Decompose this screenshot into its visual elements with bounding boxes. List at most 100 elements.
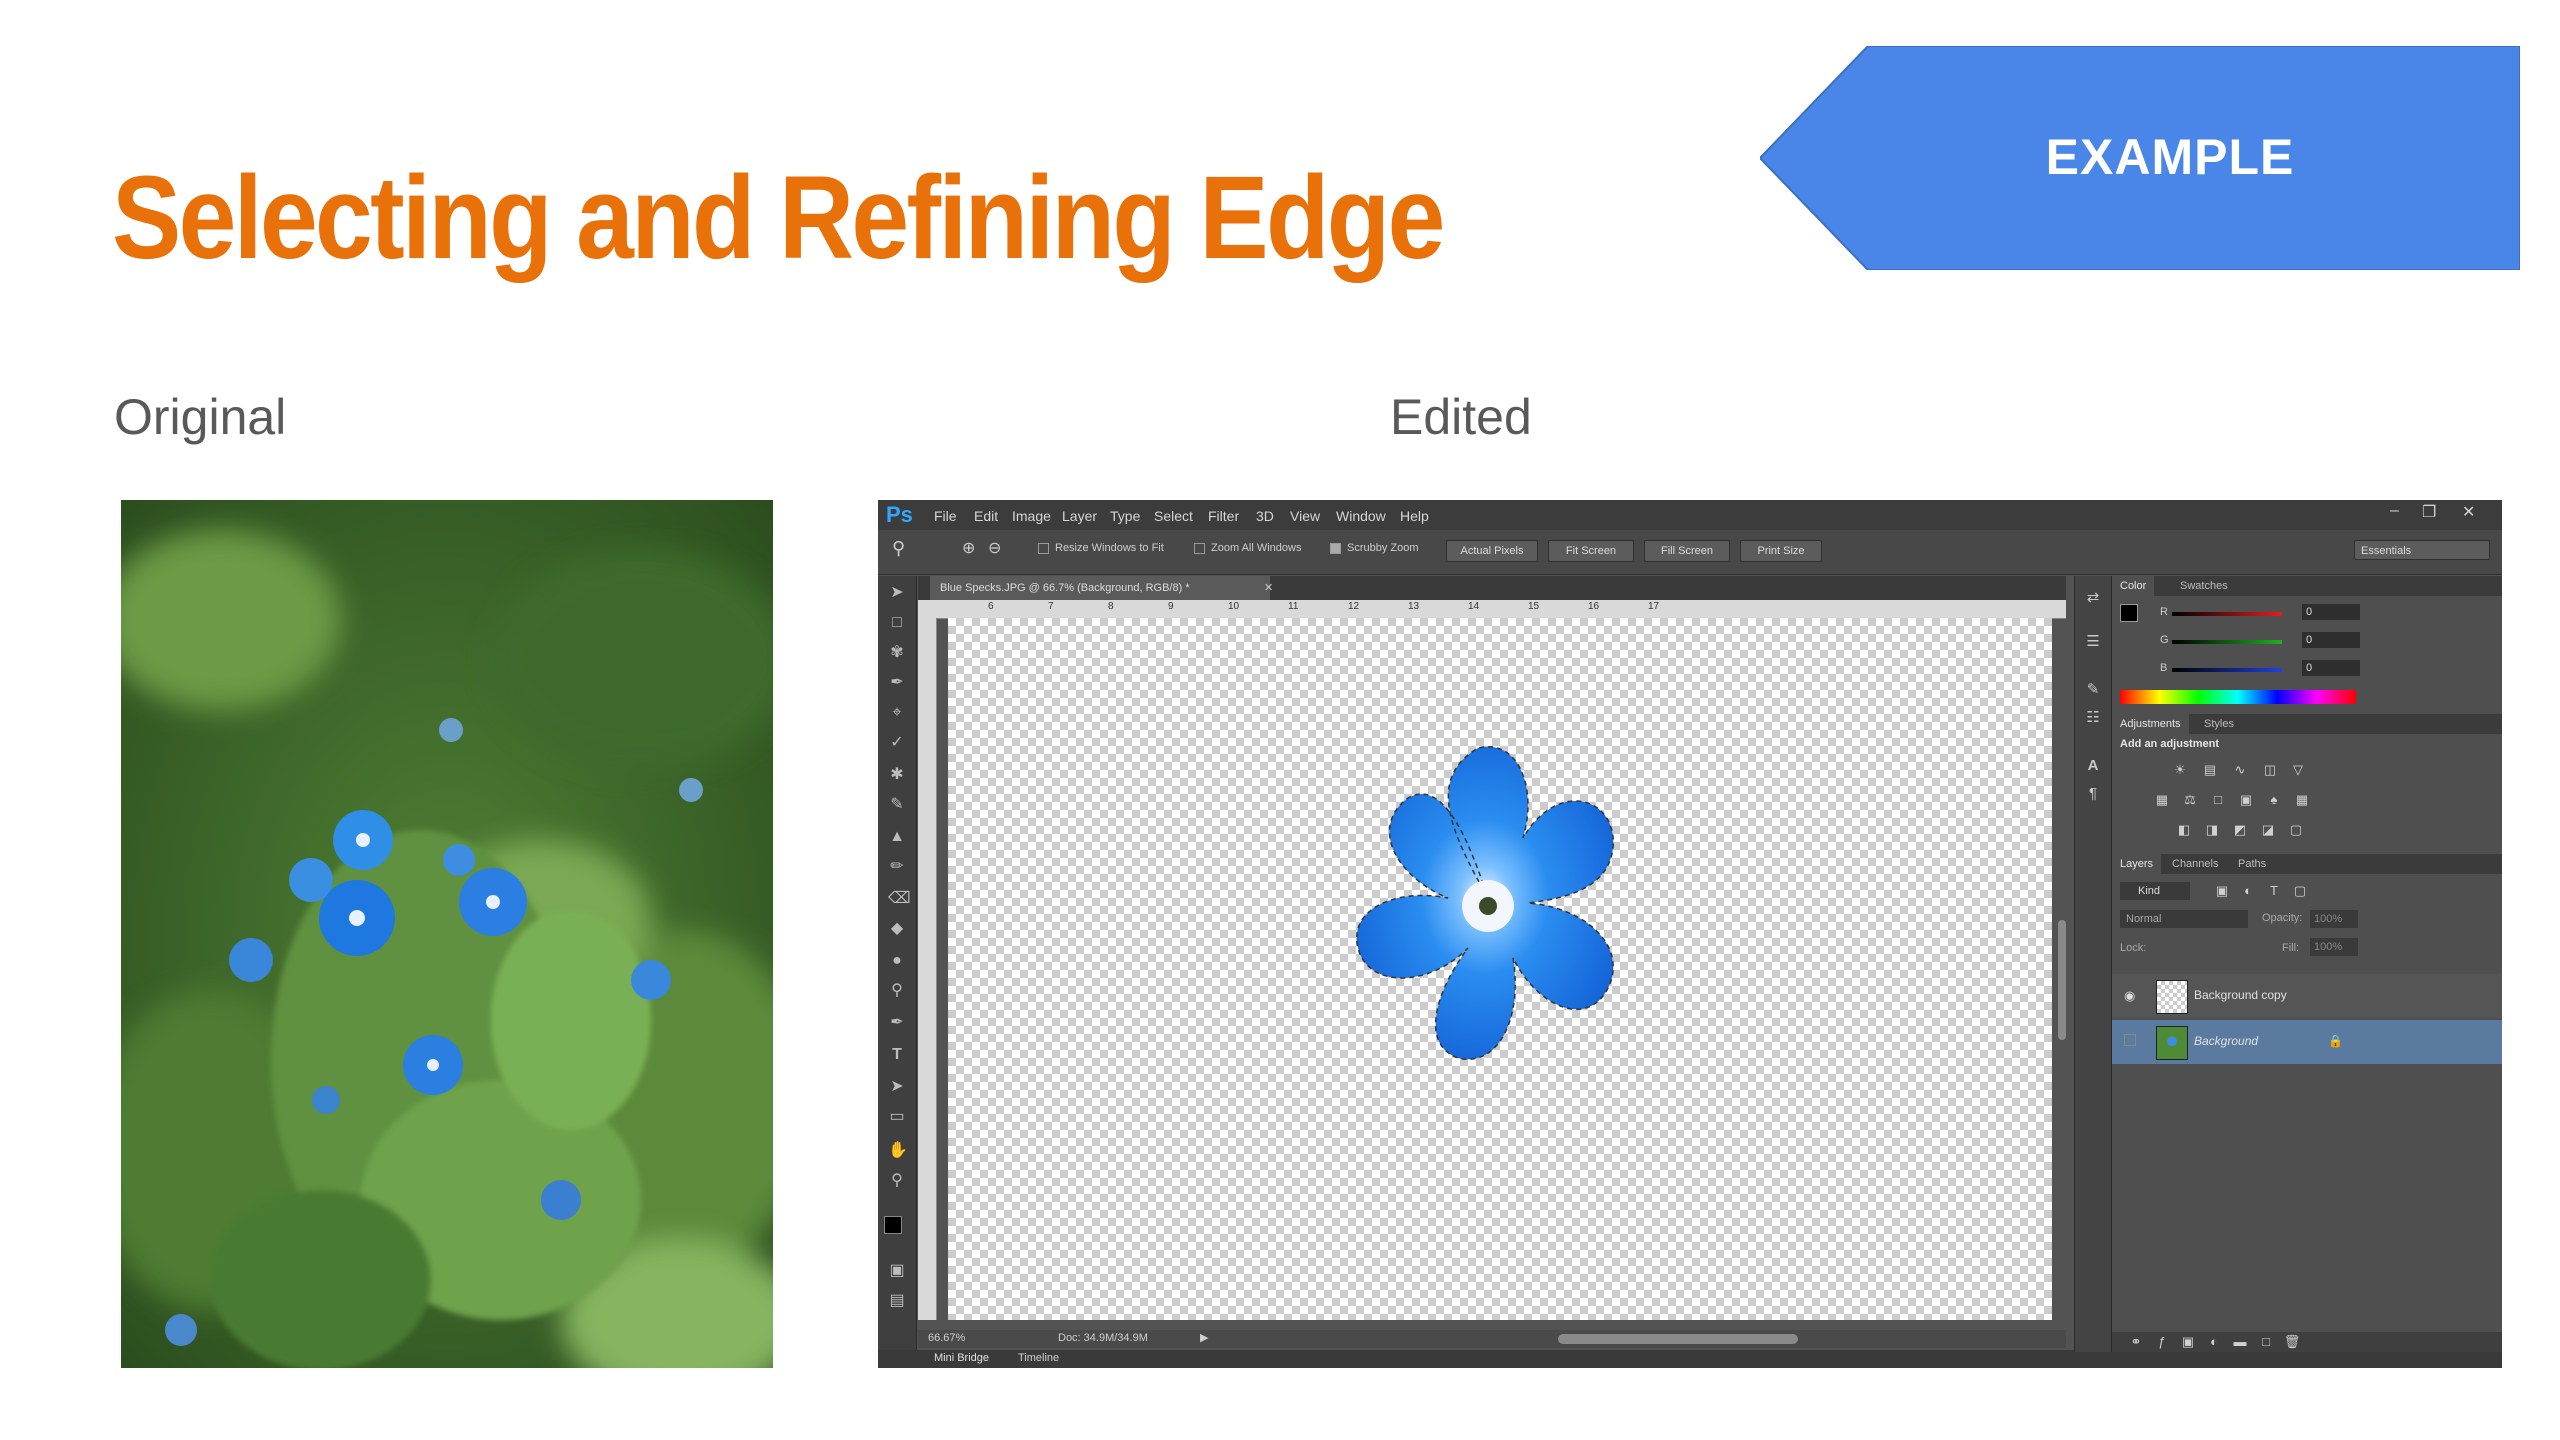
close-icon[interactable]: ✕ — [2462, 502, 2475, 522]
zoom-in-icon[interactable]: ⊕ — [962, 538, 975, 558]
screen-mode-icon[interactable]: ▤ — [888, 1292, 906, 1310]
quick-mask-icon[interactable]: ▣ — [888, 1262, 906, 1280]
curves-icon[interactable]: ∿ — [2230, 762, 2250, 778]
zoom-tool-icon[interactable]: ⚲ — [888, 1172, 906, 1190]
properties-panel-icon[interactable]: ☰ — [2083, 632, 2103, 652]
channel-mixer-icon[interactable]: ♠ — [2264, 792, 2284, 808]
brightness-contrast-icon[interactable]: ☀ — [2170, 762, 2190, 778]
color-balance-icon[interactable]: ⚖ — [2180, 792, 2200, 808]
posterize-icon[interactable]: ◨ — [2202, 822, 2222, 838]
brush-panel-icon[interactable]: ✎ — [2083, 680, 2103, 700]
blend-mode-select[interactable]: Normal — [2120, 910, 2248, 928]
status-menu-arrow-icon[interactable]: ▶ — [1200, 1331, 1208, 1344]
minimize-icon[interactable]: – — [2390, 502, 2399, 520]
document-tab[interactable]: Blue Specks.JPG @ 66.7% (Background, RGB… — [930, 576, 1270, 600]
rectangle-tool-icon[interactable]: ▭ — [888, 1108, 906, 1126]
brush-tool-icon[interactable]: ✎ — [888, 796, 906, 814]
filter-adjustment-icon[interactable]: ◐ — [2238, 883, 2258, 899]
filter-type-icon[interactable]: T — [2264, 883, 2284, 899]
paint-bucket-icon[interactable]: ◆ — [888, 920, 906, 938]
move-tool-icon[interactable]: ➤ — [888, 584, 906, 602]
filter-pixel-icon[interactable]: ▣ — [2212, 883, 2232, 899]
color-foreground-swatch[interactable] — [2120, 604, 2138, 622]
brush-presets-icon[interactable]: ☷ — [2083, 708, 2103, 728]
restore-icon[interactable]: ❐ — [2422, 502, 2436, 522]
workspace-select[interactable]: Essentials — [2354, 540, 2490, 560]
resize-windows-checkbox[interactable]: Resize Windows to Fit — [1038, 542, 1164, 554]
zoom-tool-icon[interactable]: ⚲ — [892, 538, 905, 559]
new-adjustment-icon[interactable]: ◐ — [2204, 1334, 2224, 1350]
actual-pixels-button[interactable]: Actual Pixels — [1446, 540, 1538, 562]
hand-tool-icon[interactable]: ✋ — [888, 1142, 908, 1160]
visibility-toggle[interactable] — [2124, 1034, 2136, 1046]
threshold-icon[interactable]: ◩ — [2230, 822, 2250, 838]
invert-icon[interactable]: ◧ — [2174, 822, 2194, 838]
channel-r-value[interactable]: 0 — [2302, 604, 2360, 620]
delete-layer-icon[interactable]: 🗑 — [2282, 1334, 2302, 1350]
document-canvas[interactable] — [948, 618, 2052, 1320]
channel-r-slider[interactable] — [2172, 612, 2282, 616]
layer-row-background[interactable]: Background 🔒 — [2112, 1020, 2502, 1064]
new-group-icon[interactable]: ▬ — [2230, 1334, 2250, 1350]
black-white-icon[interactable]: □ — [2208, 792, 2228, 808]
tab-mini-bridge[interactable]: Mini Bridge — [934, 1352, 989, 1364]
channel-b-slider[interactable] — [2172, 668, 2282, 672]
opacity-field[interactable]: 100% — [2310, 910, 2358, 928]
fit-screen-button[interactable]: Fit Screen — [1548, 540, 1634, 562]
color-lookup-icon[interactable]: ▦ — [2292, 792, 2312, 808]
tab-channels[interactable]: Channels — [2164, 854, 2226, 874]
layer-row-background-copy[interactable]: ◉ Background copy — [2112, 974, 2502, 1018]
tab-swatches[interactable]: Swatches — [2172, 576, 2236, 596]
history-panel-icon[interactable]: ⇄ — [2083, 588, 2103, 608]
paragraph-panel-icon[interactable]: ¶ — [2083, 784, 2103, 804]
tab-adjustments[interactable]: Adjustments — [2112, 714, 2189, 734]
pen-tool-icon[interactable]: ✒ — [888, 1014, 906, 1032]
quick-select-tool-icon[interactable]: ✒ — [888, 674, 906, 692]
tab-timeline[interactable]: Timeline — [1018, 1352, 1059, 1364]
tab-color[interactable]: Color — [2112, 576, 2155, 596]
new-layer-icon[interactable]: □ — [2256, 1334, 2276, 1350]
menu-image[interactable]: Image — [1012, 508, 1051, 524]
foreground-color-swatch[interactable] — [884, 1216, 902, 1234]
menu-file[interactable]: File — [934, 508, 957, 524]
eraser-tool-icon[interactable]: ⌫ — [888, 890, 911, 908]
marquee-tool-icon[interactable]: □ — [888, 614, 906, 632]
menu-layer[interactable]: Layer — [1062, 508, 1097, 524]
menu-select[interactable]: Select — [1154, 508, 1193, 524]
levels-icon[interactable]: ▤ — [2200, 762, 2220, 778]
layer-mask-icon[interactable]: ▣ — [2178, 1334, 2198, 1350]
channel-g-value[interactable]: 0 — [2302, 632, 2360, 648]
hue-saturation-icon[interactable]: ▦ — [2152, 792, 2172, 808]
character-panel-icon[interactable]: A — [2083, 756, 2103, 776]
channel-b-value[interactable]: 0 — [2302, 660, 2360, 676]
clone-stamp-icon[interactable]: ▲ — [888, 828, 906, 846]
lasso-tool-icon[interactable]: ✾ — [888, 644, 906, 662]
zoom-level[interactable]: 66.67% — [928, 1332, 965, 1344]
selective-color-icon[interactable]: ▢ — [2286, 822, 2306, 838]
vertical-scrollbar[interactable] — [2058, 920, 2066, 1040]
layer-filter-select[interactable]: Kind — [2120, 882, 2190, 900]
zoom-out-icon[interactable]: ⊖ — [988, 538, 1001, 558]
color-spectrum-bar[interactable] — [2120, 690, 2356, 704]
horizontal-scrollbar[interactable] — [1558, 1334, 1798, 1344]
vibrance-icon[interactable]: ▽ — [2288, 762, 2308, 778]
menu-view[interactable]: View — [1290, 508, 1320, 524]
print-size-button[interactable]: Print Size — [1740, 540, 1822, 562]
filter-shape-icon[interactable]: ▢ — [2290, 883, 2310, 899]
history-brush-icon[interactable]: ✏ — [888, 858, 906, 876]
tab-paths[interactable]: Paths — [2230, 854, 2274, 874]
tab-layers[interactable]: Layers — [2112, 854, 2162, 874]
tab-styles[interactable]: Styles — [2196, 714, 2242, 734]
type-tool-icon[interactable]: T — [888, 1046, 906, 1064]
link-layers-icon[interactable]: ⚭ — [2126, 1334, 2146, 1350]
scrubby-zoom-checkbox[interactable]: Scrubby Zoom — [1330, 542, 1419, 554]
menu-type[interactable]: Type — [1110, 508, 1140, 524]
photo-filter-icon[interactable]: ▣ — [2236, 792, 2256, 808]
eyedropper-tool-icon[interactable]: ✓ — [888, 734, 906, 752]
channel-g-slider[interactable] — [2172, 640, 2282, 644]
crop-tool-icon[interactable]: ⌖ — [888, 704, 906, 722]
path-select-icon[interactable]: ➤ — [888, 1078, 906, 1096]
menu-filter[interactable]: Filter — [1208, 508, 1239, 524]
dodge-tool-icon[interactable]: ⚲ — [888, 982, 906, 1000]
fill-screen-button[interactable]: Fill Screen — [1644, 540, 1730, 562]
